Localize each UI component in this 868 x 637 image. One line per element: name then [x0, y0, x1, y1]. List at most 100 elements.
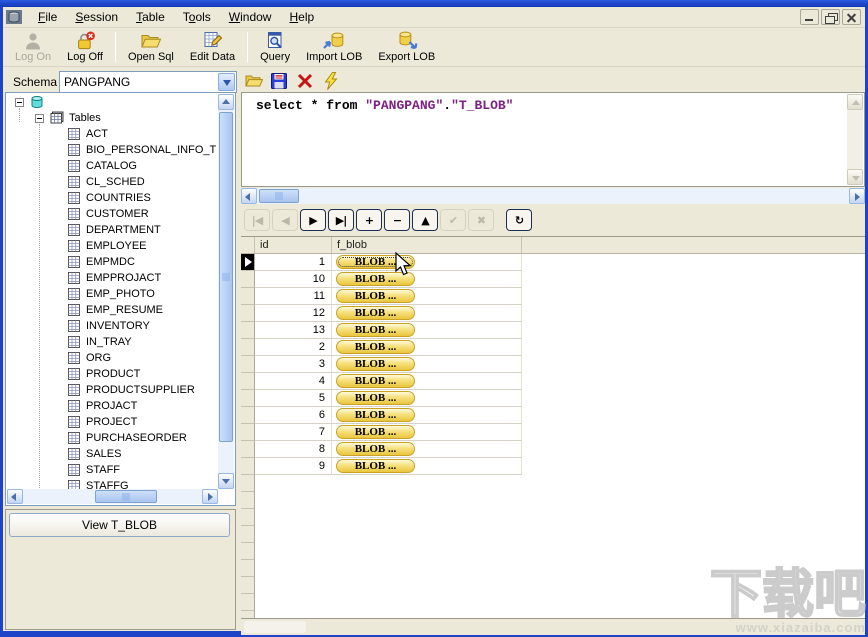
table-row[interactable]: 8BLOB ... [241, 441, 865, 458]
table-row[interactable]: 2BLOB ... [241, 339, 865, 356]
table-icon [67, 335, 81, 349]
scroll-left-button[interactable] [7, 489, 23, 504]
lock-off-icon [74, 31, 96, 50]
table-row[interactable]: 6BLOB ... [241, 407, 865, 424]
scrollbar-thumb[interactable] [259, 189, 299, 203]
menu-tools[interactable]: Tools [174, 8, 220, 26]
table-icon [67, 447, 81, 461]
person-icon [22, 31, 44, 50]
blob-cell-button[interactable]: BLOB ... [336, 340, 415, 354]
menu-file[interactable]: File [29, 8, 66, 26]
table-tree-panel: Tables ACT BIO_PERSONAL_INFO_T CATALOG C… [5, 92, 236, 506]
db-navigator: |◀ ◀ ▶ ▶| + − ▲ ✔ ✖ ↻ [241, 206, 865, 234]
blob-cell-button[interactable]: BLOB ... [336, 425, 415, 439]
menu-table[interactable]: Table [127, 8, 174, 26]
minimize-button[interactable] [800, 9, 819, 25]
blob-cell-button[interactable]: BLOB ... [336, 391, 415, 405]
tree-connector [39, 124, 40, 489]
table-row[interactable]: 1BLOB ... [241, 254, 865, 271]
close-button[interactable] [842, 9, 861, 25]
export-lob-button[interactable]: Export LOB [370, 28, 443, 66]
scrollbar-thumb [244, 621, 306, 633]
column-header-id[interactable]: id [255, 237, 332, 253]
scroll-right-button[interactable] [849, 188, 865, 204]
menu-session[interactable]: Session [66, 8, 127, 26]
scroll-up-button[interactable] [218, 94, 234, 110]
table-icon [67, 271, 81, 285]
insert-record-button[interactable]: + [356, 209, 382, 231]
scrollbar-thumb[interactable] [219, 112, 233, 442]
import-lob-button[interactable]: Import LOB [298, 28, 370, 66]
next-record-button[interactable]: ▶ [300, 209, 326, 231]
scroll-right-button[interactable] [202, 489, 218, 504]
empty-row [241, 492, 865, 509]
collapse-icon[interactable] [35, 114, 44, 123]
grid-horizontal-scrollbar[interactable] [241, 618, 865, 635]
table-icon [67, 175, 81, 189]
edit-record-button[interactable]: ▲ [412, 209, 438, 231]
export-cylinder-icon [396, 31, 418, 50]
view-table-button[interactable]: View T_BLOB [9, 513, 230, 537]
window-controls [800, 9, 861, 25]
restore-button[interactable] [821, 9, 840, 25]
editor-vertical-scrollbar[interactable] [847, 94, 863, 185]
table-row[interactable]: 4BLOB ... [241, 373, 865, 390]
chevron-down-icon[interactable] [218, 73, 235, 91]
tree-node-database[interactable] [7, 94, 218, 110]
collapse-icon[interactable] [15, 98, 24, 107]
blob-cell-button[interactable]: BLOB ... [336, 306, 415, 320]
table-row[interactable]: 5BLOB ... [241, 390, 865, 407]
blob-cell-button[interactable]: BLOB ... [336, 289, 415, 303]
scroll-down-button[interactable] [218, 473, 234, 489]
row-indicator [241, 424, 255, 441]
row-indicator [241, 441, 255, 458]
table-icon [67, 303, 81, 317]
menu-window[interactable]: Window [220, 8, 281, 26]
window-titlebar[interactable] [0, 0, 868, 7]
scroll-left-button[interactable] [241, 188, 257, 204]
scrollbar-thumb[interactable] [95, 490, 157, 503]
row-indicator-header [241, 237, 255, 253]
column-header-f-blob[interactable]: f_blob [332, 237, 522, 253]
table-row[interactable]: 3BLOB ... [241, 356, 865, 373]
blob-cell-button[interactable]: BLOB ... [336, 374, 415, 388]
log-off-button[interactable]: Log Off [59, 28, 111, 66]
menu-bar: File Session Table Tools Window Help [3, 7, 865, 28]
edit-data-button[interactable]: Edit Data [182, 28, 243, 66]
sql-editor[interactable]: select * from "PANGPANG"."T_BLOB" [241, 92, 865, 187]
menu-help[interactable]: Help [280, 8, 323, 26]
editor-horizontal-scrollbar[interactable] [241, 188, 865, 204]
table-row[interactable]: 11BLOB ... [241, 288, 865, 305]
last-record-button[interactable]: ▶| [328, 209, 354, 231]
save-button[interactable] [269, 71, 289, 91]
schema-combobox[interactable]: PANGPANG [59, 71, 237, 93]
table-row[interactable]: 9BLOB ... [241, 458, 865, 475]
blob-cell-button[interactable]: BLOB ... [336, 323, 415, 337]
table-icon [67, 207, 81, 221]
database-icon [30, 95, 44, 109]
open-file-button[interactable] [244, 71, 264, 91]
tree-vertical-scrollbar[interactable] [218, 94, 234, 489]
blob-cell-button[interactable]: BLOB ... [336, 459, 415, 473]
blob-cell-button[interactable]: BLOB ... [336, 408, 415, 422]
table-row[interactable]: 13BLOB ... [241, 322, 865, 339]
table-row[interactable]: 7BLOB ... [241, 424, 865, 441]
refresh-button[interactable]: ↻ [506, 209, 532, 231]
table-icon [67, 319, 81, 333]
table-icon [67, 127, 81, 141]
row-indicator [241, 390, 255, 407]
row-indicator [241, 458, 255, 475]
table-row[interactable]: 12BLOB ... [241, 305, 865, 322]
table-icon [67, 159, 81, 173]
delete-button[interactable] [295, 71, 315, 91]
blob-cell-button[interactable]: BLOB ... [336, 442, 415, 456]
delete-record-button[interactable]: − [384, 209, 410, 231]
mouse-cursor [394, 252, 416, 278]
tree-horizontal-scrollbar[interactable] [7, 489, 218, 504]
open-sql-button[interactable]: Open Sql [120, 28, 182, 66]
table-row[interactable]: 10BLOB ... [241, 271, 865, 288]
query-button[interactable]: Query [252, 28, 298, 66]
window-content: File Session Table Tools Window Help Log… [3, 7, 865, 631]
blob-cell-button[interactable]: BLOB ... [336, 357, 415, 371]
execute-button[interactable] [321, 71, 341, 91]
